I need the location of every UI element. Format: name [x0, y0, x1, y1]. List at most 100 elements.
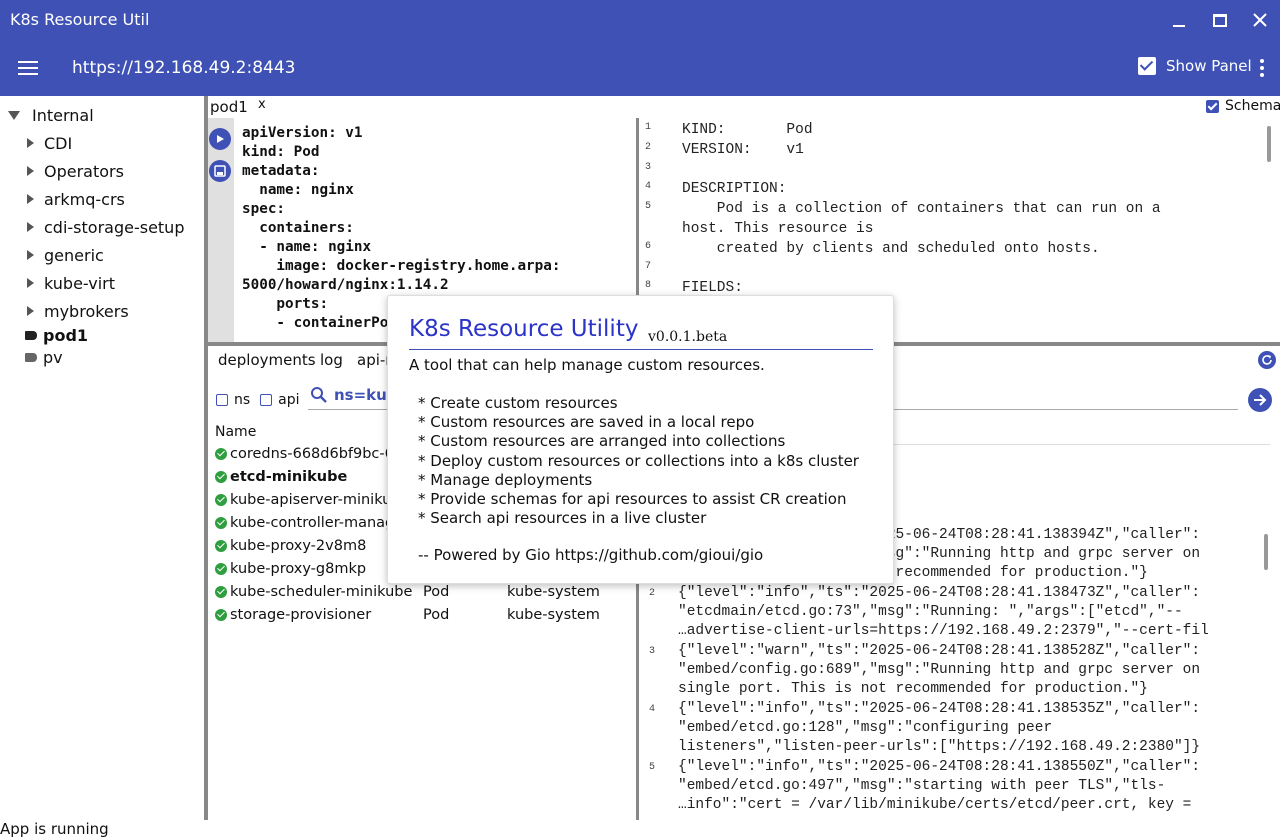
- about-feature-list: * Create custom resources * Custom resour…: [418, 394, 859, 528]
- schema-text: created by clients and scheduled onto ho…: [682, 240, 1100, 257]
- yaml-line[interactable]: name: nginx: [242, 181, 628, 200]
- schema-text: VERSION: v1: [682, 141, 804, 158]
- tree-node-mybrokers[interactable]: mybrokers: [27, 300, 129, 322]
- log-scrollbar[interactable]: [1264, 534, 1268, 570]
- tag-icon: [25, 352, 37, 362]
- expand-arrow-icon[interactable]: [8, 110, 20, 120]
- about-feature-item: * Custom resources are saved in a local …: [418, 413, 755, 432]
- about-version: v0.0.1.beta: [648, 329, 728, 345]
- tag-icon: [25, 330, 37, 340]
- yaml-line[interactable]: 5000/howard/nginx:1.14.2: [242, 276, 628, 295]
- collapse-arrow-icon[interactable]: [27, 250, 34, 260]
- pod-kind: Pod: [423, 583, 450, 600]
- pod-kind: Pod: [423, 606, 450, 623]
- hamburger-menu-icon[interactable]: [12, 54, 44, 82]
- tab-deployments[interactable]: deployments: [218, 351, 316, 369]
- schema-text: Pod is a collection of containers that c…: [682, 201, 1161, 218]
- name-column-header[interactable]: Name: [215, 424, 256, 440]
- yaml-line[interactable]: - name: nginx: [242, 238, 628, 257]
- yaml-line[interactable]: image: docker-registry.home.arpa:: [242, 257, 628, 276]
- schema-text: DESCRIPTION:: [682, 181, 787, 198]
- about-feature-item: * Create custom resources: [418, 394, 618, 412]
- collapse-arrow-icon[interactable]: [27, 278, 34, 288]
- tree-node-label: cdi-storage-setup: [44, 217, 185, 237]
- refresh-icon[interactable]: [1258, 351, 1276, 369]
- about-feature-item: * Search api resources in a live cluster: [418, 509, 707, 528]
- schema-text: FIELDS:: [682, 280, 743, 297]
- line-number: 5: [645, 201, 652, 213]
- tree-node-arkmq-crs[interactable]: arkmq-crs: [27, 188, 125, 210]
- save-icon[interactable]: [209, 160, 231, 182]
- yaml-line[interactable]: apiVersion: v1: [242, 124, 628, 143]
- search-icon: [311, 387, 327, 403]
- yaml-line[interactable]: kind: Pod: [242, 143, 628, 162]
- collapse-arrow-icon[interactable]: [27, 306, 34, 316]
- status-ok-icon: [215, 539, 227, 552]
- window-titlebar: K8s Resource Util: [0, 0, 1280, 40]
- schema-toggle[interactable]: Schema: [1206, 98, 1280, 114]
- log-text: {"level":"info","ts":"2025-06-24T08:28:4…: [678, 585, 1209, 639]
- maximize-icon[interactable]: [1205, 6, 1235, 34]
- close-icon[interactable]: [1245, 6, 1275, 34]
- more-options-icon[interactable]: [1252, 58, 1272, 78]
- tree-node-cdi[interactable]: CDI: [27, 132, 72, 154]
- api-checkbox[interactable]: [260, 394, 273, 406]
- tree-node-internal[interactable]: Internal: [8, 104, 94, 126]
- tree-leaf-pod1[interactable]: pod1: [25, 324, 88, 346]
- ns-checkbox[interactable]: [216, 394, 228, 406]
- about-feature-item: * Custom resources are arranged into col…: [418, 432, 786, 451]
- cluster-url: https://192.168.49.2:8443: [72, 58, 296, 78]
- about-description: A tool that can help manage custom resou…: [409, 356, 765, 374]
- schema-text: KIND: Pod: [682, 122, 813, 138]
- show-panel-toggle[interactable]: Show Panel: [1138, 57, 1252, 75]
- collection-tree: Internal CDI Operators arkmq-crs cdi-sto…: [0, 96, 204, 820]
- collapse-arrow-icon[interactable]: [27, 222, 34, 232]
- show-panel-checkbox[interactable]: [1138, 57, 1156, 75]
- minimize-icon[interactable]: [1164, 6, 1194, 34]
- line-number: 4: [649, 704, 656, 715]
- pod-name: storage-provisioner: [230, 606, 372, 623]
- collapse-arrow-icon[interactable]: [27, 138, 34, 148]
- tree-node-label: mybrokers: [44, 301, 129, 321]
- line-number: 3: [649, 646, 656, 657]
- yaml-line[interactable]: spec:: [242, 200, 628, 219]
- line-number: 7: [645, 260, 652, 272]
- table-row[interactable]: storage-provisioner Pod kube-system: [215, 603, 635, 626]
- yaml-line[interactable]: containers:: [242, 219, 628, 238]
- schema-label: Schema: [1225, 98, 1280, 114]
- tree-node-label: Operators: [44, 161, 124, 181]
- line-number: 3: [645, 161, 652, 173]
- show-panel-label: Show Panel: [1166, 57, 1252, 75]
- status-ok-icon: [215, 585, 227, 598]
- status-ok-icon: [215, 516, 227, 529]
- collapse-arrow-icon[interactable]: [27, 194, 34, 204]
- tree-node-kube-virt[interactable]: kube-virt: [27, 272, 115, 294]
- search-go-icon[interactable]: [1248, 388, 1272, 412]
- tree-leaf-pv[interactable]: pv: [25, 346, 63, 368]
- yaml-line[interactable]: metadata:: [242, 162, 628, 181]
- collapse-arrow-icon[interactable]: [27, 166, 34, 176]
- deploy-play-icon[interactable]: [209, 128, 231, 150]
- status-ok-icon: [215, 608, 227, 621]
- editor-tab-bar: pod1 x Schema: [208, 96, 1280, 118]
- tab-pod1[interactable]: pod1: [210, 98, 248, 116]
- tab-log[interactable]: log: [320, 351, 343, 369]
- tree-node-cdi-storage-setup[interactable]: cdi-storage-setup: [27, 216, 184, 238]
- pod-name: kube-scheduler-minikube: [230, 583, 413, 600]
- about-footer: -- Powered by Gio https://github.com/gio…: [418, 546, 764, 564]
- tree-node-operators[interactable]: Operators: [27, 160, 124, 182]
- tab-close-icon[interactable]: x: [258, 97, 266, 112]
- schema-checkbox[interactable]: [1206, 99, 1219, 113]
- line-number: 8: [645, 280, 652, 292]
- ns-label: ns: [234, 392, 251, 408]
- status-ok-icon: [215, 493, 227, 506]
- about-feature-item: * Provide schemas for api resources to a…: [418, 490, 847, 509]
- app-bar: https://192.168.49.2:8443 Show Panel: [0, 40, 1280, 96]
- editor-gutter: [208, 118, 234, 342]
- about-title-rule: [409, 349, 873, 350]
- window-title: K8s Resource Util: [10, 10, 150, 29]
- tree-node-generic[interactable]: generic: [27, 244, 104, 266]
- line-number: 6: [645, 240, 652, 252]
- line-number: 5: [649, 762, 656, 773]
- schema-scrollbar[interactable]: [1267, 126, 1271, 162]
